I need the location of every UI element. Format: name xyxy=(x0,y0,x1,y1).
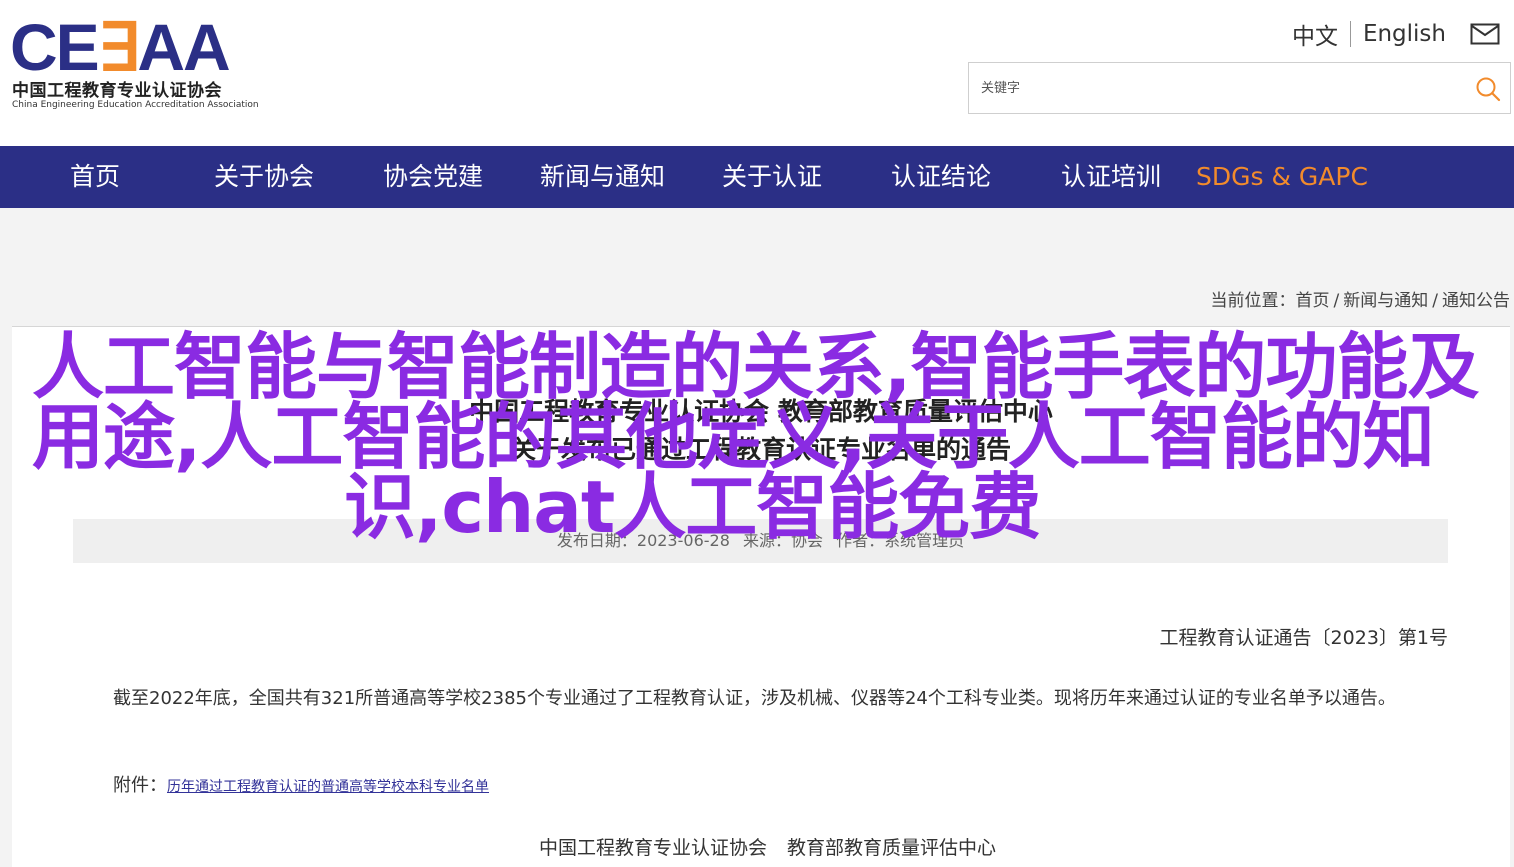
nav-item-conclusions[interactable]: 认证结论 xyxy=(891,146,991,208)
search-box xyxy=(968,62,1511,114)
meta-source: 来源：协会 xyxy=(742,531,823,550)
article-title-line1: 中国工程教育专业认证协会 教育部教育质量评估中心 xyxy=(469,397,1053,426)
language-switcher: 中文 English xyxy=(1292,18,1500,50)
signature-org1: 中国工程教育专业认证协会 xyxy=(539,837,768,859)
logo-mark-e-reversed: ∃ xyxy=(97,10,140,84)
search-input[interactable] xyxy=(969,63,1449,113)
main-area: 当前位置：首页 / 新闻与通知 / 通知公告 中国工程教育专业认证协会 教育部教育质量评… xyxy=(0,208,1514,867)
nav-item-about-association[interactable]: 关于协会 xyxy=(214,146,314,208)
breadcrumb-prefix: 当前位置： xyxy=(1210,291,1296,311)
attachment-link[interactable]: 历年通过工程教育认证的普通高等学校本科专业名单 xyxy=(167,779,489,795)
article-title-line2: 关于发布已通过工程教育认证专业名单的通告 xyxy=(510,435,1011,464)
nav-item-news[interactable]: 新闻与通知 xyxy=(540,146,665,208)
mail-icon[interactable] xyxy=(1470,23,1500,45)
signature-org2: 教育部教育质量评估中心 xyxy=(787,837,997,859)
nav-item-home[interactable]: 首页 xyxy=(70,146,120,208)
meta-date: 发布日期：2023-06-28 xyxy=(556,531,730,550)
site-logo[interactable]: CE∃AA 中国工程教育专业认证协会 China Engineering Edu… xyxy=(10,14,270,114)
main-nav: 首页 关于协会 协会党建 新闻与通知 关于认证 认证结论 认证培训 SDGs &… xyxy=(0,146,1514,208)
logo-mark-ce: CE xyxy=(10,10,100,84)
article-paragraph: 截至2022年底，全国共有321所普通高等学校2385个专业通过了工程教育认证，… xyxy=(113,688,1396,709)
nav-item-sdgs-gapc[interactable]: SDGs & GAPC xyxy=(1196,146,1368,208)
breadcrumb-separator: / xyxy=(1432,291,1438,311)
logo-chinese-name: 中国工程教育专业认证协会 xyxy=(12,81,222,101)
breadcrumb-news[interactable]: 新闻与通知 xyxy=(1343,291,1428,311)
nav-item-about-accreditation[interactable]: 关于认证 xyxy=(722,146,822,208)
logo-mark-aa: AA xyxy=(137,10,230,84)
article-panel: 中国工程教育专业认证协会 教育部教育质量评估中心 关于发布已通过工程教育认证专业… xyxy=(12,326,1510,867)
breadcrumb-separator: / xyxy=(1333,291,1340,311)
nav-item-training[interactable]: 认证培训 xyxy=(1061,146,1161,208)
meta-author: 作者：系统管理员 xyxy=(836,531,965,550)
attachment-label: 附件： xyxy=(113,775,167,796)
breadcrumb: 当前位置：首页 / 新闻与通知 / 通知公告 xyxy=(1211,286,1510,311)
lang-divider xyxy=(1349,21,1351,47)
logo-english-name: China Engineering Education Accreditatio… xyxy=(12,100,259,110)
logo-mark: CE∃AA xyxy=(10,14,231,80)
document-number: 工程教育认证通告〔2023〕第1号 xyxy=(1159,627,1448,649)
lang-english-link[interactable]: English xyxy=(1363,21,1446,47)
article-title: 中国工程教育专业认证协会 教育部教育质量评估中心 关于发布已通过工程教育认证专业… xyxy=(12,393,1510,469)
search-icon[interactable] xyxy=(1474,75,1502,103)
breadcrumb-home[interactable]: 首页 xyxy=(1296,291,1330,311)
attachment-row: 附件：历年通过工程教育认证的普通高等学校本科专业名单 xyxy=(113,771,489,797)
nav-item-party-building[interactable]: 协会党建 xyxy=(383,146,483,208)
site-header: CE∃AA 中国工程教育专业认证协会 China Engineering Edu… xyxy=(0,0,1514,146)
article-signature: 中国工程教育专业认证协会 教育部教育质量评估中心 xyxy=(539,833,1016,860)
breadcrumb-notices[interactable]: 通知公告 xyxy=(1442,291,1510,311)
lang-chinese-link[interactable]: 中文 xyxy=(1292,17,1338,51)
article-meta: 发布日期：2023-06-28 来源：协会 作者：系统管理员 xyxy=(73,519,1448,563)
